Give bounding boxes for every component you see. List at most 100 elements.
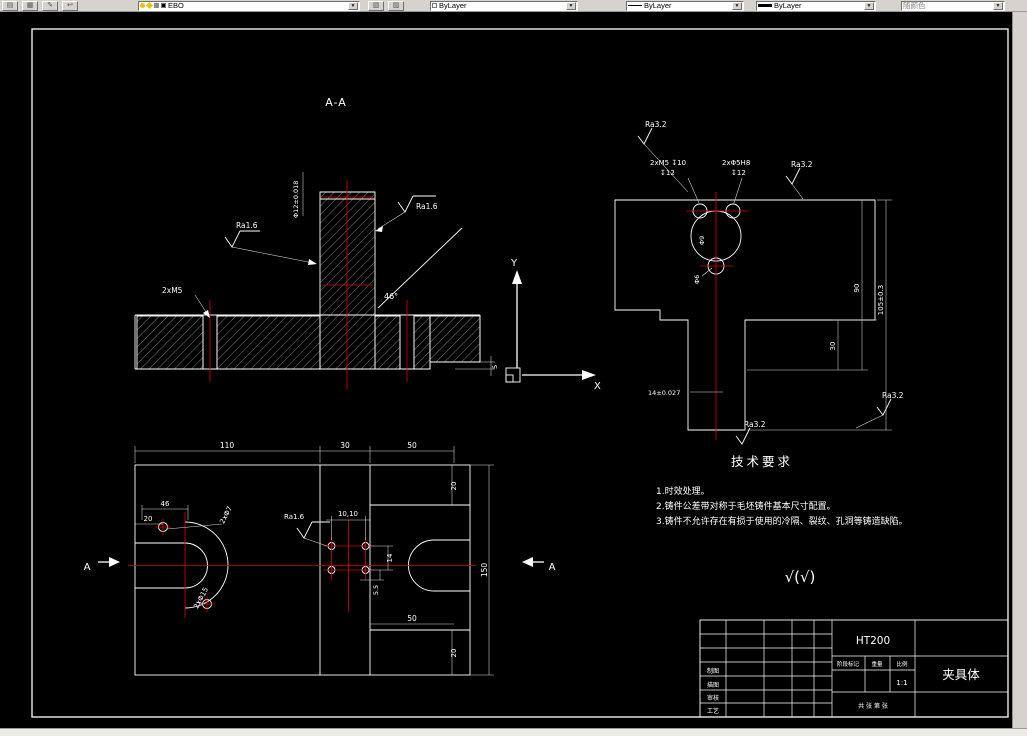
title-block: HT200 夹具体 阶段标记 重量 比例 1:1 共 张 第 张 制图 描图 审…: [699, 619, 1009, 718]
layer-dropdown-value: EBO: [168, 1, 184, 10]
linetype-preview-icon: [628, 5, 642, 6]
roughness-label: Ra3.2: [791, 160, 813, 169]
dimension-label: 110: [220, 441, 235, 450]
hole-callout: 2xΦ15: [192, 586, 210, 610]
roughness-symbol: [224, 230, 317, 265]
lineweight-dropdown-value: ByLayer: [774, 1, 802, 10]
tech-requirement-item: 3.铸件不允许存在有损于使用的冷隔、裂纹、孔洞等铸造缺陷。: [656, 515, 908, 527]
section-mark-label: A: [84, 562, 91, 573]
color-control-icon[interactable]: ▨: [388, 0, 404, 11]
dimension-label: 150: [480, 563, 489, 578]
ucs-y-label: Y: [510, 258, 518, 269]
dimension-label: 20: [144, 515, 153, 523]
roughness-label: Ra1.6: [236, 221, 258, 230]
right-scrollbar[interactable]: [1012, 12, 1027, 728]
layer-color-swatch: [161, 3, 166, 8]
chevron-down-icon[interactable]: ▼: [732, 1, 742, 10]
dimension-label: 90: [853, 284, 861, 293]
dimension-label: 20: [450, 482, 458, 491]
dimension-label: 20: [450, 649, 458, 658]
sheet-info: 共 张 第 张: [858, 702, 888, 710]
hole-callout-depth: ↧12: [731, 169, 746, 177]
model-space-canvas[interactable]: A-A Ra1.6 Ra1.6 2xM5 Φ12±0.018 46° 5 Y X…: [0, 12, 1012, 728]
surface-finish-note: √(√): [785, 568, 816, 586]
lineweight-dropdown[interactable]: ByLayer ▼: [756, 0, 876, 11]
dimension-label: 10,10: [338, 510, 358, 518]
layer-lock-icon: [154, 3, 159, 8]
color-dropdown[interactable]: ByLayer ▼: [430, 0, 578, 11]
front-view: 2xM5 ↧10 ↧12 2xΦ5H8 ↧12 Φ9 Φ6 Ra3.2 Ra3.…: [614, 120, 904, 445]
tech-requirements: 技术要求 1.时效处理。 2.铸件公差带对称于毛坯铸件基本尺寸配置。 3.铸件不…: [656, 454, 908, 527]
hole-callout: 2xΦ5H8: [722, 159, 750, 167]
status-strip: [0, 728, 1027, 736]
tech-requirements-title: 技术要求: [731, 454, 793, 469]
title-block-row-label: 工艺: [707, 707, 719, 715]
roughness-label: Ra3.2: [645, 120, 667, 129]
front-centerlines: [686, 192, 748, 440]
dimension-label: 5.5: [372, 585, 380, 595]
title-block-row-label: 描图: [707, 681, 719, 689]
dimension-label: 14: [386, 553, 394, 562]
chevron-down-icon[interactable]: ▼: [348, 1, 358, 10]
roughness-symbol: [296, 521, 330, 547]
linetype-dropdown-value: ByLayer: [644, 1, 672, 10]
section-geometry: [134, 191, 481, 370]
material-spec: HT200: [856, 635, 890, 647]
layer-previous-icon[interactable]: ↩: [62, 0, 78, 11]
object-properties-toolbar: ▤ ▦ ✎ ↩ EBO ▼ ▧ ▨ ByLayer ▼ ByLayer ▼ By…: [0, 0, 1027, 12]
layers-dialog-icon[interactable]: ▦: [22, 0, 38, 11]
color-swatch: [432, 3, 437, 8]
title-block-row-label: 制图: [707, 667, 719, 675]
dimension-label: 14±0.027: [648, 389, 680, 397]
plotstyle-dropdown[interactable]: 随颜色 ▼: [901, 0, 1005, 11]
section-view: A-A Ra1.6 Ra1.6 2xM5 Φ12±0.018 46° 5: [134, 96, 499, 390]
dimension-label: 50: [407, 441, 417, 450]
dimension-label: 50: [407, 614, 417, 623]
plan-dimensions: [134, 446, 494, 676]
part-name: 夹具体: [942, 667, 980, 682]
front-dimensions: [690, 199, 892, 431]
section-title: A-A: [325, 96, 347, 109]
ucs-x-label: X: [594, 381, 601, 392]
plotstyle-dropdown-value: 随颜色: [903, 1, 926, 10]
stage-label: 阶段标记: [837, 660, 860, 668]
layer-properties-icon[interactable]: ▤: [2, 0, 18, 11]
title-block-row-label: 审核: [707, 694, 719, 702]
hole-callout: 2xΦ7: [218, 505, 234, 525]
angle-dimension: 46°: [384, 292, 398, 301]
weight-label: 重量: [871, 660, 883, 668]
ucs-icon: Y X: [505, 258, 601, 392]
roughness-label: Ra1.6: [284, 513, 305, 521]
roughness-label: Ra3.2: [882, 391, 904, 400]
dimension-label: 46: [161, 500, 170, 508]
diameter-label: Φ6: [693, 275, 701, 284]
chevron-down-icon[interactable]: ▼: [864, 1, 874, 10]
make-layer-current-icon[interactable]: ✎: [42, 0, 58, 11]
tech-requirement-item: 1.时效处理。: [656, 485, 710, 497]
roughness-label: Ra1.6: [416, 202, 438, 211]
match-properties-icon[interactable]: ▧: [368, 0, 384, 11]
dimension-label: 30: [829, 342, 837, 351]
layer-on-icon: [140, 3, 145, 8]
linetype-dropdown[interactable]: ByLayer ▼: [626, 0, 744, 11]
chevron-down-icon[interactable]: ▼: [566, 1, 576, 10]
scale-value: 1:1: [896, 679, 907, 687]
step-dimension-label: 5: [491, 365, 499, 369]
color-dropdown-value: ByLayer: [439, 1, 467, 10]
roughness-symbol: [785, 167, 804, 200]
lineweight-preview-icon: [758, 4, 772, 7]
dimension-label: 105±0.3: [877, 285, 885, 315]
layer-dropdown[interactable]: EBO ▼: [138, 0, 360, 11]
dimension-label: 30: [340, 441, 350, 450]
scale-label: 比例: [896, 660, 908, 668]
thread-callout-depth: ↧12: [660, 169, 675, 177]
plan-view: 110 30 50 46 20 2xΦ7 2xΦ15 Ra1.6 10,10 1…: [84, 441, 556, 676]
section-mark-label: A: [549, 562, 556, 573]
layer-thaw-icon: [145, 1, 154, 10]
thread-callout: 2xM5: [162, 286, 183, 295]
thread-callout: 2xM5 ↧10: [650, 159, 686, 167]
roughness-label: Ra3.2: [744, 420, 766, 429]
chevron-down-icon[interactable]: ▼: [993, 1, 1003, 10]
tech-requirement-item: 2.铸件公差带对称于毛坯铸件基本尺寸配置。: [656, 500, 836, 512]
bore-dimension: Φ12±0.018: [292, 181, 300, 218]
